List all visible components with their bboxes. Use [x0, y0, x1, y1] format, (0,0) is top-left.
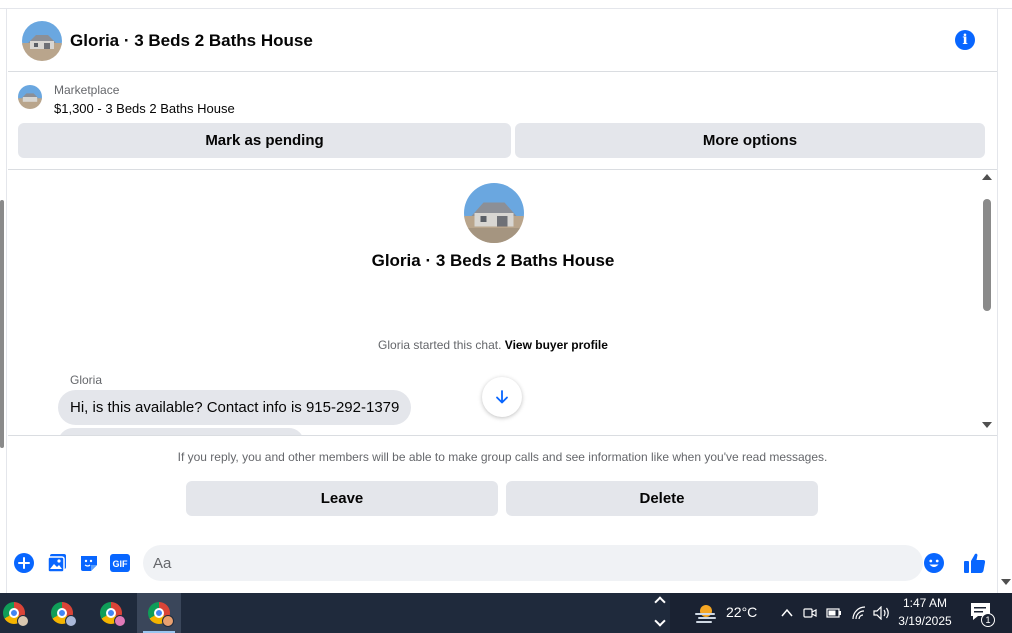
gif-badge-icon: GIF: [110, 554, 130, 572]
camera-icon: [803, 608, 817, 618]
photo-icon[interactable]: [46, 552, 68, 574]
battery-icon[interactable]: [825, 604, 843, 622]
like-icon: [964, 553, 986, 573]
chrome-icon: [51, 602, 77, 627]
taskbar-scroller[interactable]: [652, 593, 670, 633]
chevron-down-icon[interactable]: [654, 615, 666, 627]
marketplace-label: Marketplace: [54, 83, 120, 97]
sun-haze-icon: [695, 605, 716, 623]
taskbar-chrome-2[interactable]: [40, 593, 84, 633]
conversation-scrollbar[interactable]: [979, 171, 997, 435]
chevron-up-icon[interactable]: [654, 596, 666, 608]
network-icon: [852, 606, 866, 620]
show-hidden-icons-icon[interactable]: [778, 604, 796, 622]
taskbar-chrome-1[interactable]: [0, 593, 36, 633]
more-options-button[interactable]: More options: [515, 123, 985, 158]
delete-button[interactable]: Delete: [506, 481, 818, 516]
listing-title[interactable]: $1,300 - 3 Beds 2 Baths House: [54, 101, 235, 116]
message-bubble[interactable]: Hi, is this available? Contact info is 9…: [58, 390, 412, 425]
mark-as-pending-button[interactable]: Mark as pending: [18, 123, 511, 158]
message-bubble-partial[interactable]: [58, 428, 304, 435]
top-strip: [0, 0, 1012, 9]
chat-header: Gloria · 3 Beds 2 Baths House i: [8, 10, 997, 72]
chat-started-notice: Gloria started this chat. View buyer pro…: [8, 338, 978, 352]
gallery-icon: [47, 554, 66, 573]
arrow-down-icon: [496, 390, 508, 404]
house-photo-icon: [464, 183, 524, 243]
sticker-icon[interactable]: [78, 552, 100, 574]
scrollbar-thumb[interactable]: [983, 199, 991, 311]
chat-started-text: Gloria started this chat.: [378, 338, 502, 352]
smiley-icon: [924, 553, 944, 573]
profile-badge-icon: [162, 615, 174, 627]
house-photo-icon: [22, 20, 62, 61]
profile-badge-icon: [65, 615, 77, 627]
temperature[interactable]: 22°C: [726, 604, 757, 620]
right-edge: [997, 9, 1012, 593]
house-photo-icon: [18, 85, 42, 109]
weather-icon[interactable]: [693, 600, 719, 626]
marketplace-listing: Marketplace $1,300 - 3 Beds 2 Baths Hous…: [8, 73, 997, 170]
left-scrollbar-thumb[interactable]: [0, 200, 4, 448]
thumbs-up-icon[interactable]: [963, 551, 987, 575]
profile-badge-icon: [114, 615, 126, 627]
taskbar-chrome-4-active[interactable]: [137, 593, 181, 633]
view-buyer-profile-link[interactable]: View buyer profile: [505, 338, 608, 352]
page-scroll-down-icon[interactable]: [1001, 579, 1011, 585]
gif-label: GIF: [113, 559, 129, 569]
conversation-avatar[interactable]: [464, 183, 524, 243]
messenger-window: Gloria · 3 Beds 2 Baths House i Marketpl…: [0, 0, 1012, 633]
caret-up-icon: [781, 608, 793, 617]
profile-badge-icon: [17, 615, 29, 627]
leave-button[interactable]: Leave: [186, 481, 498, 516]
sender-name: Gloria: [70, 373, 103, 387]
scroll-up-arrow-icon[interactable]: [982, 174, 992, 180]
gif-icon[interactable]: GIF: [109, 552, 131, 574]
emoji-icon[interactable]: [924, 553, 944, 573]
chat-avatar[interactable]: [22, 20, 62, 61]
wifi-icon[interactable]: [850, 604, 868, 622]
notification-count-badge: 1: [981, 613, 995, 627]
chat-title[interactable]: Gloria · 3 Beds 2 Baths House: [70, 31, 313, 51]
chrome-icon: [100, 602, 126, 627]
clock-date[interactable]: 3/19/2025: [880, 614, 970, 628]
info-icon[interactable]: i: [955, 30, 975, 50]
battery-plug-icon: [826, 608, 841, 618]
scroll-to-bottom-button[interactable]: [482, 377, 522, 417]
conversation-title: Gloria · 3 Beds 2 Baths House: [371, 251, 615, 270]
taskbar-chrome-3[interactable]: [89, 593, 133, 633]
chrome-icon: [148, 602, 174, 627]
conversation-pane[interactable]: Gloria · 3 Beds 2 Baths House Gloria sta…: [8, 171, 978, 435]
message-composer: GIF: [8, 540, 997, 587]
meet-now-icon[interactable]: [801, 604, 819, 622]
message-input[interactable]: [143, 545, 923, 581]
sticker-face-icon: [81, 556, 97, 571]
clock-time[interactable]: 1:47 AM: [880, 596, 970, 610]
scroll-down-arrow-icon[interactable]: [982, 422, 992, 428]
plus-circle-icon: [14, 553, 34, 573]
listing-thumbnail[interactable]: [18, 85, 42, 109]
plus-icon[interactable]: [13, 552, 35, 574]
reply-notice-area: If you reply, you and other members will…: [8, 435, 997, 535]
reply-notice-text: If you reply, you and other members will…: [177, 450, 828, 464]
chrome-icon: [3, 602, 29, 627]
